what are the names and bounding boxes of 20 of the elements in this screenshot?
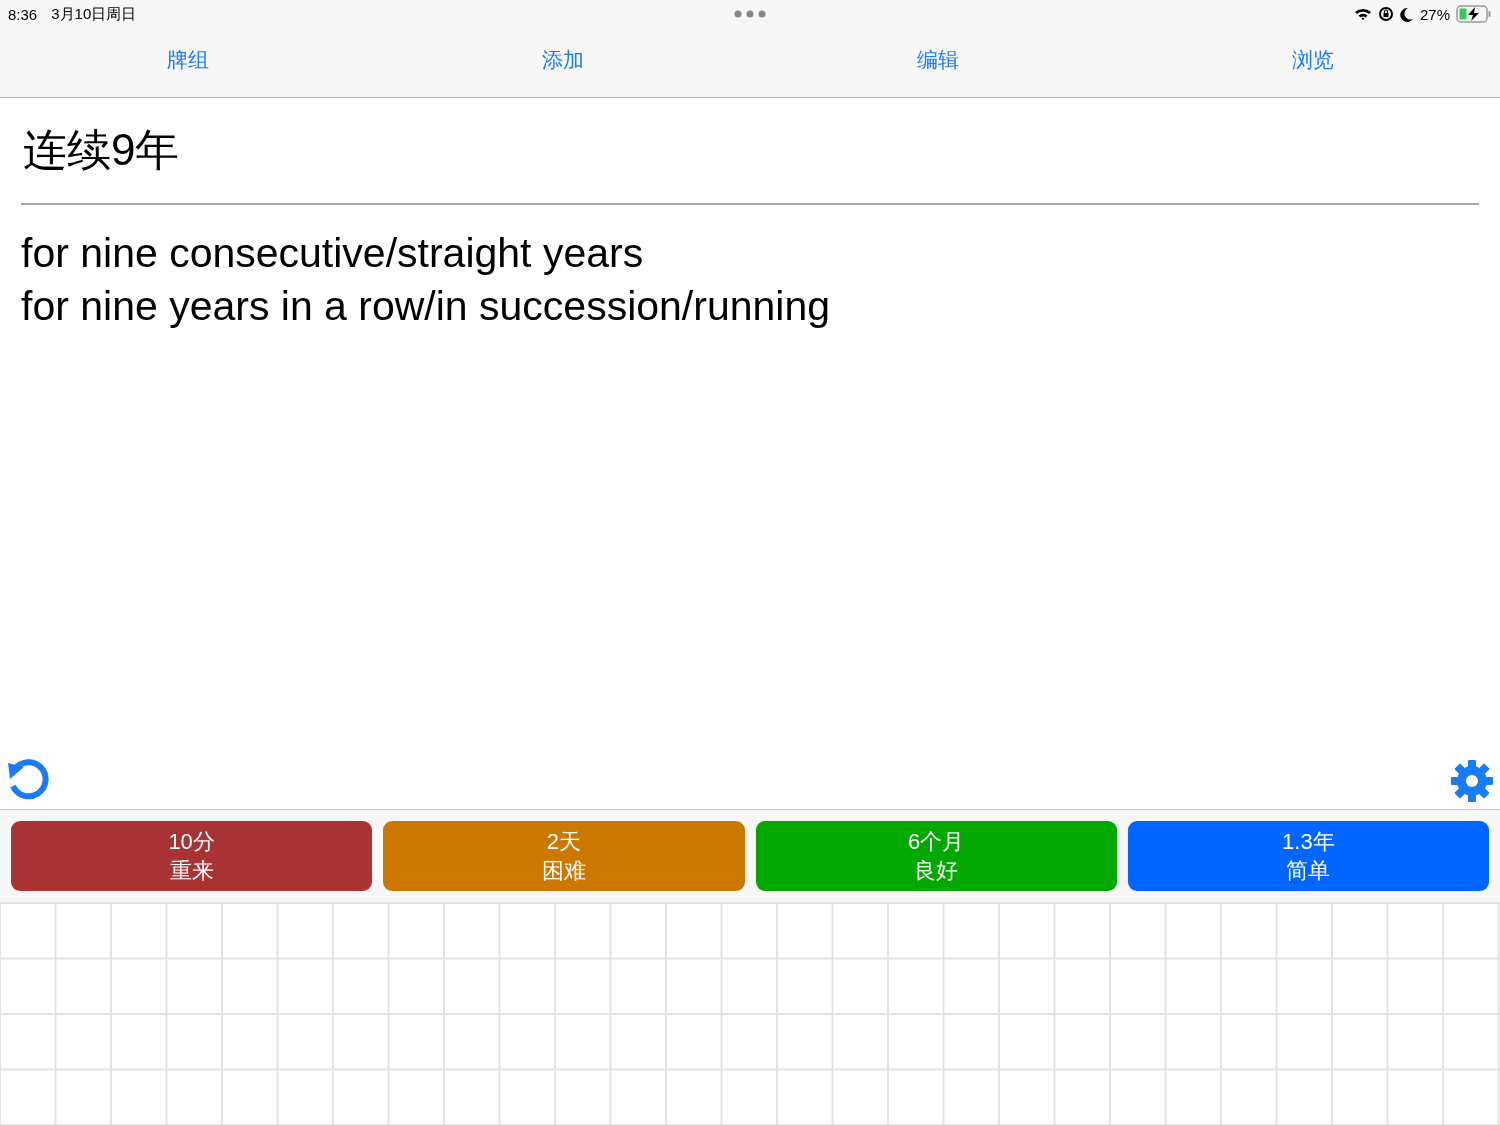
answer-button[interactable]: 6个月 良好: [755, 821, 1117, 891]
answer-button[interactable]: 10分 重来: [11, 821, 373, 891]
battery-percent: 27%: [1419, 5, 1450, 23]
card-answer: for nine consecutive/straight years: [21, 229, 645, 278]
card-question: 连续9年: [23, 124, 181, 176]
settings-icon[interactable]: [1450, 759, 1494, 803]
answer-button[interactable]: 1.3年 简单: [1127, 821, 1489, 891]
deck-tab[interactable]: 牌组: [160, 41, 215, 78]
multitasking-dots-icon[interactable]: [734, 10, 766, 18]
wifi-icon: [1353, 7, 1372, 21]
deck-tab[interactable]: 编辑: [910, 41, 965, 78]
rotation-lock-icon: [1377, 6, 1394, 22]
moon-icon: [1399, 6, 1414, 22]
card-answer: for nine years in a row/in succession/running: [21, 282, 832, 331]
charging-battery-icon: [1456, 5, 1492, 23]
answer-button[interactable]: 2天 困难: [383, 821, 745, 891]
date-text: 3月10日周日: [51, 4, 137, 24]
time-text: 8:36: [8, 5, 38, 23]
deck-tab[interactable]: 添加: [535, 41, 590, 78]
deck-tab[interactable]: 浏览: [1285, 41, 1340, 78]
